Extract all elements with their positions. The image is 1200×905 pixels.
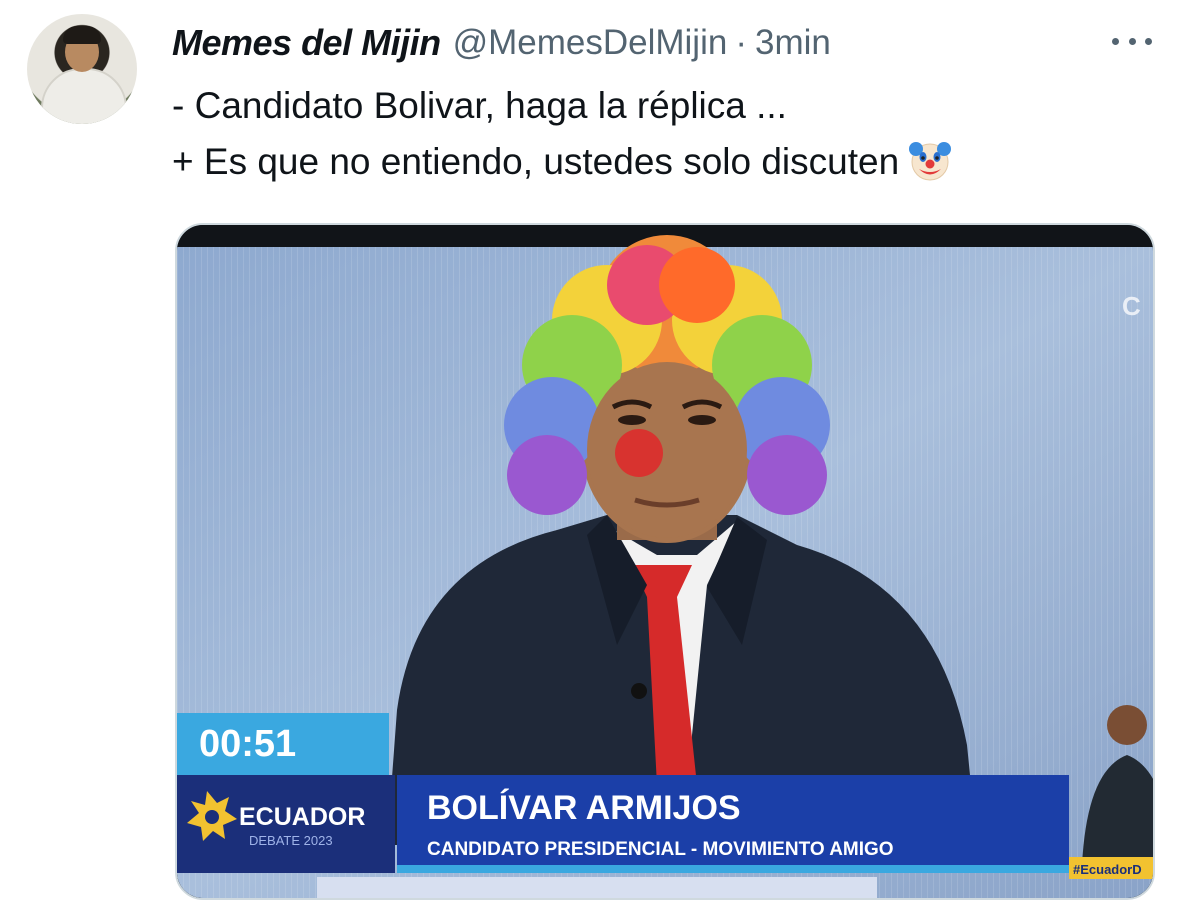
tweet-line-2-wrap: + Es que no entiendo, ustedes solo discu…	[172, 134, 1132, 190]
author-handle[interactable]: @MemesDelMijin	[453, 23, 728, 63]
avatar-hair	[63, 26, 101, 44]
debate-screenshot: C 00:51 ECUADOR DEBATE 2023 BOLÍVAR ARMI…	[177, 225, 1153, 898]
author-display-name[interactable]: Memes del Mijin	[172, 22, 441, 64]
tweet-line-1: - Candidato Bolivar, haga la réplica ...	[172, 85, 787, 126]
debate-logo-sub: DEBATE 2023	[249, 833, 333, 848]
channel-logo: C	[1122, 291, 1141, 321]
debate-logo-main: ECUADOR	[239, 803, 365, 831]
more-dot	[1128, 37, 1136, 45]
tweet-text: - Candidato Bolivar, haga la réplica ...…	[172, 78, 1132, 190]
lower-third-name: BOLÍVAR ARMIJOS	[427, 789, 741, 827]
clown-face-icon	[909, 142, 952, 181]
author-avatar[interactable]	[27, 14, 137, 124]
tweet-card[interactable]: Memes del Mijin @MemesDelMijin · 3min - …	[0, 0, 1200, 905]
timer-text: 00:51	[199, 723, 296, 765]
header-separator: ·	[735, 23, 747, 62]
hashtag: #EcuadorD	[1073, 862, 1142, 877]
more-options-icon[interactable]	[1112, 26, 1152, 56]
lower-third-role: CANDIDATO PRESIDENCIAL - MOVIMIENTO AMIG…	[427, 839, 894, 860]
tweet-timestamp[interactable]: 3min	[755, 23, 831, 63]
tweet-line-2: + Es que no entiendo, ustedes solo discu…	[172, 141, 900, 182]
more-dot	[1112, 37, 1119, 45]
avatar-shirt	[41, 68, 127, 124]
clown-nose	[615, 429, 663, 477]
more-dot	[1145, 37, 1152, 45]
tweet-header: Memes del Mijin @MemesDelMijin · 3min	[172, 18, 831, 68]
tweet-media-image[interactable]: C 00:51 ECUADOR DEBATE 2023 BOLÍVAR ARMI…	[175, 223, 1155, 900]
